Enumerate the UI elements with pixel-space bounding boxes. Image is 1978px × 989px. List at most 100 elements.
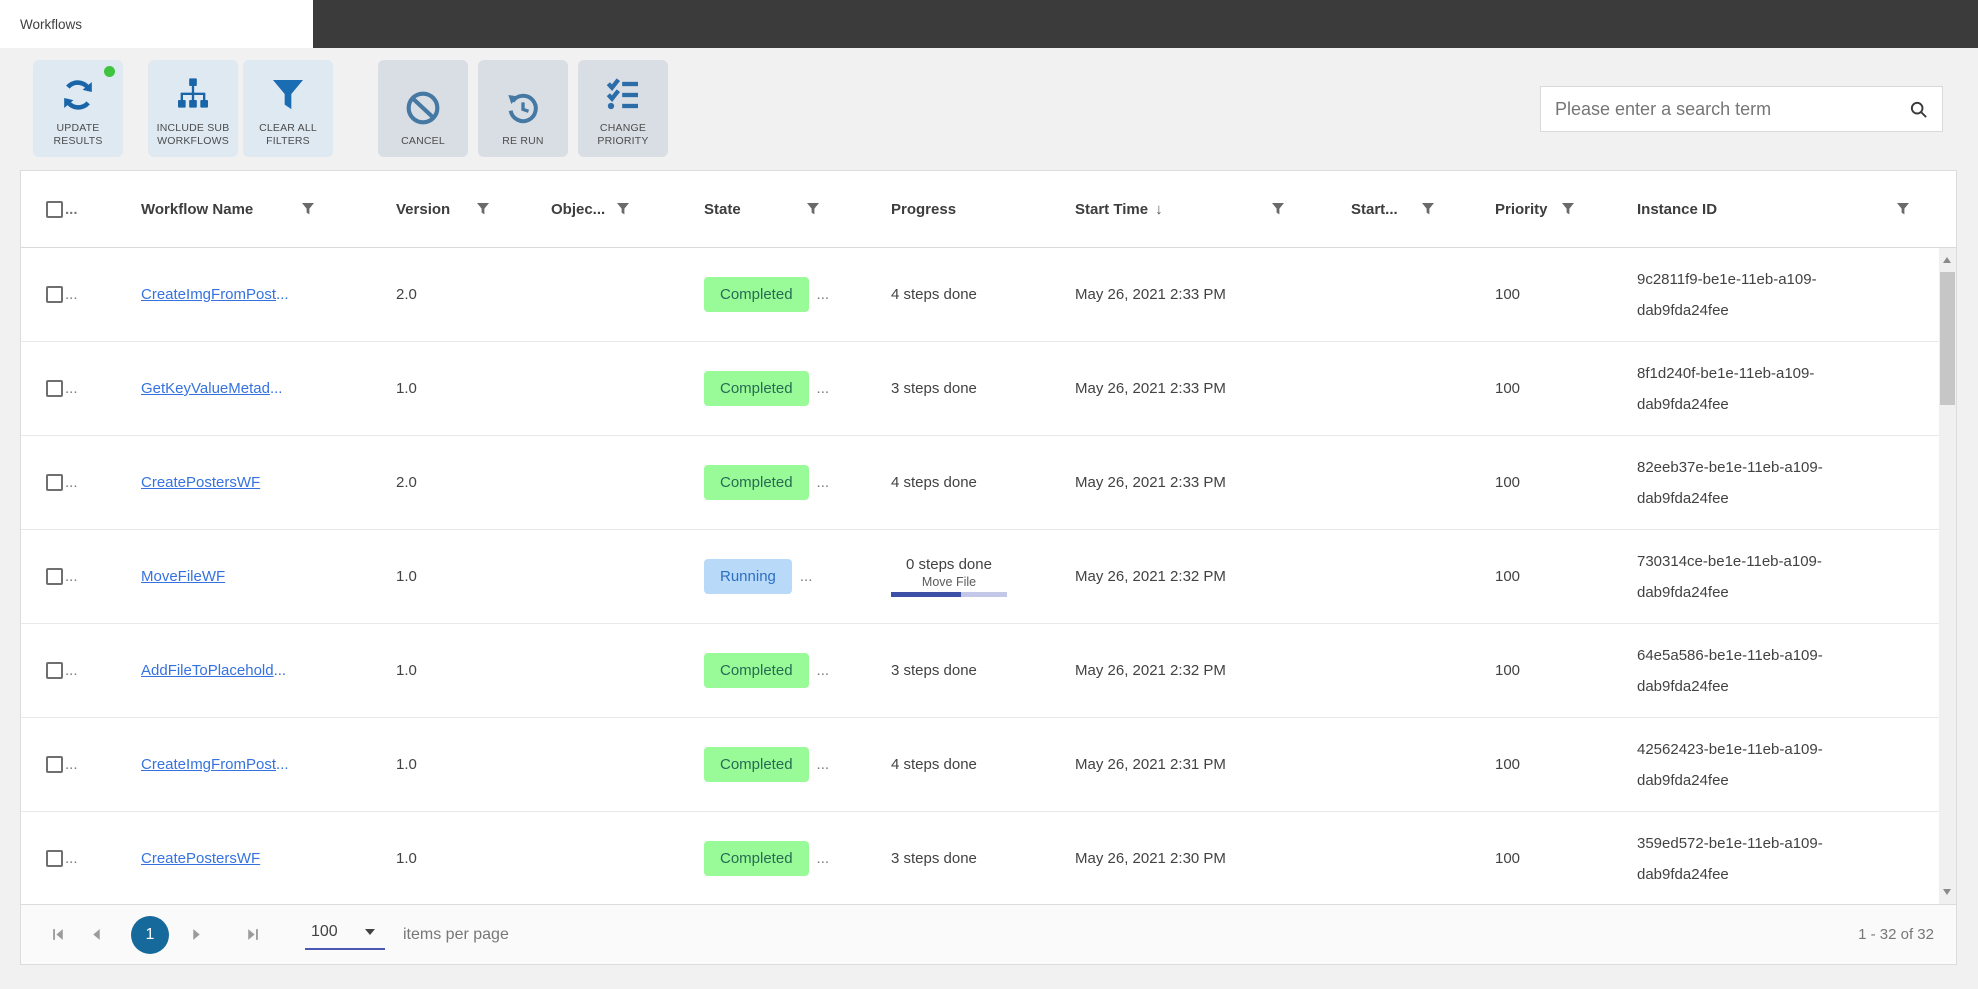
first-page-button[interactable]: [43, 920, 73, 950]
header-version[interactable]: Version: [331, 171, 506, 247]
workflow-name-cell: CreateImgFromPost...: [116, 718, 331, 811]
cancel-button[interactable]: CANCEL: [378, 60, 468, 157]
include-sub-workflows-button[interactable]: INCLUDE SUB WORKFLOWS: [148, 60, 238, 157]
state-ellipsis: ...: [816, 474, 830, 491]
page-range-label: 1 - 32 of 32: [1858, 926, 1934, 943]
progress-task-label: Move File: [921, 575, 977, 589]
progress-cell: 3 steps done: [836, 624, 1051, 717]
object-filter-icon[interactable]: [616, 202, 630, 216]
search-input[interactable]: [1541, 98, 1909, 120]
object-cell: [506, 718, 646, 811]
row-checkbox[interactable]: [46, 380, 63, 397]
update-results-button[interactable]: UPDATE RESULTS: [33, 60, 123, 157]
state-cell: Completed ...: [646, 248, 836, 341]
change-priority-label-1: CHANGE: [599, 122, 647, 134]
instance-id-line1: 9c2811f9-be1e-11eb-a109-: [1637, 270, 1817, 288]
state-ellipsis: ...: [799, 568, 813, 585]
row-select-ellipsis: ...: [65, 850, 78, 867]
state-ellipsis: ...: [816, 380, 830, 397]
header-select-ellipsis: ...: [65, 200, 78, 218]
version-cell: 1.0: [396, 568, 417, 585]
header-select-all[interactable]: ...: [21, 171, 116, 247]
progress-steps-label: 3 steps done: [891, 662, 977, 679]
state-badge: Running: [704, 559, 792, 594]
started-cell: [1301, 718, 1451, 811]
instance-id-line2: dab9fda24fee: [1637, 395, 1729, 413]
workflow-name-link[interactable]: CreateImgFromPost: [141, 756, 276, 773]
re-run-button[interactable]: RE RUN: [478, 60, 568, 157]
start-time-cell: May 26, 2021 2:33 PM: [1075, 286, 1226, 303]
progress-bar: [891, 592, 1007, 597]
priority-filter-icon[interactable]: [1561, 202, 1575, 216]
select-all-checkbox[interactable]: [46, 200, 63, 218]
start-time-cell: May 26, 2021 2:32 PM: [1075, 662, 1226, 679]
header-workflow-name[interactable]: Workflow Name: [116, 171, 331, 247]
header-instance-id[interactable]: Instance ID: [1591, 171, 1939, 247]
workflow-name-link[interactable]: MoveFileWF: [141, 568, 225, 585]
version-filter-icon[interactable]: [476, 202, 490, 216]
start-time-filter-icon[interactable]: [1271, 202, 1285, 216]
workflow-name-ellipsis: ...: [273, 662, 287, 679]
table-row: ... CreateImgFromPost... 1.0 Completed .…: [21, 718, 1956, 812]
state-badge: Completed: [704, 653, 809, 688]
header-started[interactable]: Start...: [1301, 171, 1451, 247]
row-checkbox[interactable]: [46, 474, 63, 491]
progress-steps-label: 4 steps done: [891, 474, 977, 491]
next-page-button[interactable]: [181, 920, 211, 950]
header-priority[interactable]: Priority: [1451, 171, 1591, 247]
workflow-name-ellipsis: ...: [276, 756, 289, 773]
scrollbar-down-arrow-icon[interactable]: [1943, 889, 1951, 895]
workflow-name-filter-icon[interactable]: [301, 202, 315, 216]
row-checkbox[interactable]: [46, 662, 63, 679]
row-select-cell: ...: [21, 248, 116, 341]
header-progress[interactable]: Progress: [836, 171, 1051, 247]
row-checkbox[interactable]: [46, 850, 63, 867]
table-row: ... CreatePostersWF 2.0 Completed ... 4 …: [21, 436, 1956, 530]
progress-steps-label: 4 steps done: [891, 756, 977, 773]
table-row: ... MoveFileWF 1.0 Running ... 0 steps d…: [21, 530, 1956, 624]
search-icon[interactable]: [1909, 100, 1928, 119]
start-time-cell: May 26, 2021 2:30 PM: [1075, 850, 1226, 867]
header-version-label: Version: [396, 200, 451, 218]
priority-list-icon: [603, 73, 643, 117]
instance-id-filter-icon[interactable]: [1896, 202, 1910, 216]
current-page-button[interactable]: 1: [131, 915, 169, 954]
table-row: ... GetKeyValueMetad... 1.0 Completed ..…: [21, 342, 1956, 436]
scrollbar-up-arrow-icon[interactable]: [1943, 257, 1951, 263]
page-size-dropdown[interactable]: 100: [305, 919, 385, 950]
object-cell: [506, 436, 646, 529]
workflow-name-link[interactable]: CreatePostersWF: [141, 474, 260, 491]
workflow-name-link[interactable]: GetKeyValueMetad: [141, 380, 270, 397]
row-select-cell: ...: [21, 812, 116, 905]
instance-id-line2: dab9fda24fee: [1637, 677, 1729, 695]
scrollbar-thumb[interactable]: [1940, 272, 1955, 405]
state-badge: Completed: [704, 371, 809, 406]
last-page-button[interactable]: [237, 920, 267, 950]
previous-page-button[interactable]: [81, 920, 111, 950]
clear-all-filters-button[interactable]: CLEAR ALL FILTERS: [243, 60, 333, 157]
table-row: ... AddFileToPlacehold... 1.0 Completed …: [21, 624, 1956, 718]
row-select-cell: ...: [21, 436, 116, 529]
header-object[interactable]: Objec...: [506, 171, 646, 247]
header-start-time[interactable]: Start Time ↓: [1051, 171, 1301, 247]
change-priority-button[interactable]: CHANGE PRIORITY: [578, 60, 668, 157]
tab-workflows[interactable]: Workflows: [0, 0, 313, 48]
instance-id-cell: 82eeb37e-be1e-11eb-a109- dab9fda24fee: [1591, 436, 1939, 529]
object-cell: [506, 248, 646, 341]
row-checkbox[interactable]: [46, 286, 63, 303]
state-badge: Completed: [704, 465, 809, 500]
row-checkbox[interactable]: [46, 568, 63, 585]
workflow-name-link[interactable]: CreatePostersWF: [141, 850, 260, 867]
started-filter-icon[interactable]: [1421, 202, 1435, 216]
state-ellipsis: ...: [816, 662, 830, 679]
object-cell: [506, 342, 646, 435]
cancel-label: CANCEL: [401, 135, 445, 147]
priority-cell: 100: [1495, 662, 1521, 679]
state-filter-icon[interactable]: [806, 202, 820, 216]
workflow-name-link[interactable]: CreateImgFromPost: [141, 286, 276, 303]
row-checkbox[interactable]: [46, 756, 63, 773]
tab-title: Workflows: [20, 16, 83, 32]
header-workflow-name-label: Workflow Name: [141, 200, 254, 218]
header-state[interactable]: State: [646, 171, 836, 247]
workflow-name-link[interactable]: AddFileToPlacehold: [141, 662, 274, 679]
